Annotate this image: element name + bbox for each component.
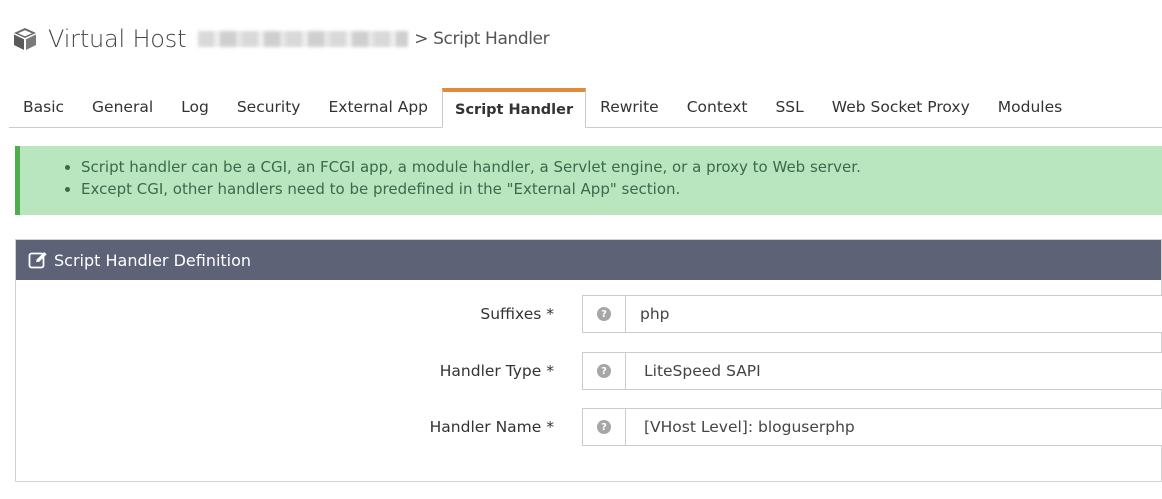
question-icon: ? bbox=[597, 307, 611, 321]
panel-header: Script Handler Definition bbox=[16, 240, 1161, 280]
page-subtitle: > Script Handler bbox=[414, 29, 550, 49]
info-callout: Script handler can be a CGI, an FCGI app… bbox=[15, 146, 1162, 215]
help-button[interactable]: ? bbox=[583, 409, 626, 445]
tab-external-app[interactable]: External App bbox=[314, 87, 442, 127]
help-button[interactable]: ? bbox=[583, 296, 626, 332]
tab-web-socket-proxy[interactable]: Web Socket Proxy bbox=[818, 87, 984, 127]
tab-ssl[interactable]: SSL bbox=[761, 87, 817, 127]
tab-modules[interactable]: Modules bbox=[984, 87, 1076, 127]
info-item: Except CGI, other handlers need to be pr… bbox=[81, 178, 1162, 200]
tab-general[interactable]: General bbox=[78, 87, 167, 127]
info-list: Script handler can be a CGI, an FCGI app… bbox=[81, 156, 1162, 200]
suffixes-value: php bbox=[640, 305, 670, 323]
tab-security[interactable]: Security bbox=[223, 87, 315, 127]
field-row-handler-type: Handler Type * ? LiteSpeed SAPI bbox=[16, 352, 1162, 390]
redacted-host-name bbox=[198, 31, 409, 47]
suffixes-label: Suffixes * bbox=[480, 305, 554, 323]
handler-name-value: [VHost Level]: bloguserphp bbox=[644, 418, 855, 436]
script-handler-panel: Script Handler Definition Suffixes * ? p… bbox=[15, 239, 1162, 482]
edit-icon bbox=[28, 252, 47, 269]
tab-rewrite[interactable]: Rewrite bbox=[586, 87, 673, 127]
page-title: Virtual Host bbox=[48, 25, 187, 53]
handler-name-label: Handler Name * bbox=[429, 418, 554, 436]
field-row-suffixes: Suffixes * ? php bbox=[16, 295, 1162, 333]
tab-basic[interactable]: Basic bbox=[9, 87, 78, 127]
handler-type-label: Handler Type * bbox=[439, 362, 554, 380]
cube-icon bbox=[14, 28, 36, 50]
handler-name-field: ? [VHost Level]: bloguserphp bbox=[582, 408, 1162, 446]
tab-log[interactable]: Log bbox=[167, 87, 223, 127]
question-icon: ? bbox=[597, 364, 611, 378]
handler-type-value: LiteSpeed SAPI bbox=[644, 362, 761, 380]
page-header: Virtual Host > Script Handler bbox=[12, 22, 550, 56]
panel-title: Script Handler Definition bbox=[54, 250, 252, 270]
help-button[interactable]: ? bbox=[583, 353, 626, 389]
handler-type-field: ? LiteSpeed SAPI bbox=[582, 352, 1162, 390]
info-item: Script handler can be a CGI, an FCGI app… bbox=[81, 156, 1162, 178]
field-row-handler-name: Handler Name * ? [VHost Level]: bloguser… bbox=[16, 408, 1162, 446]
suffixes-field: ? php bbox=[582, 295, 1162, 333]
tab-script-handler[interactable]: Script Handler bbox=[442, 88, 587, 128]
tab-bar: Basic General Log Security External App … bbox=[9, 88, 1162, 128]
question-icon: ? bbox=[597, 420, 611, 434]
tab-context[interactable]: Context bbox=[673, 87, 762, 127]
